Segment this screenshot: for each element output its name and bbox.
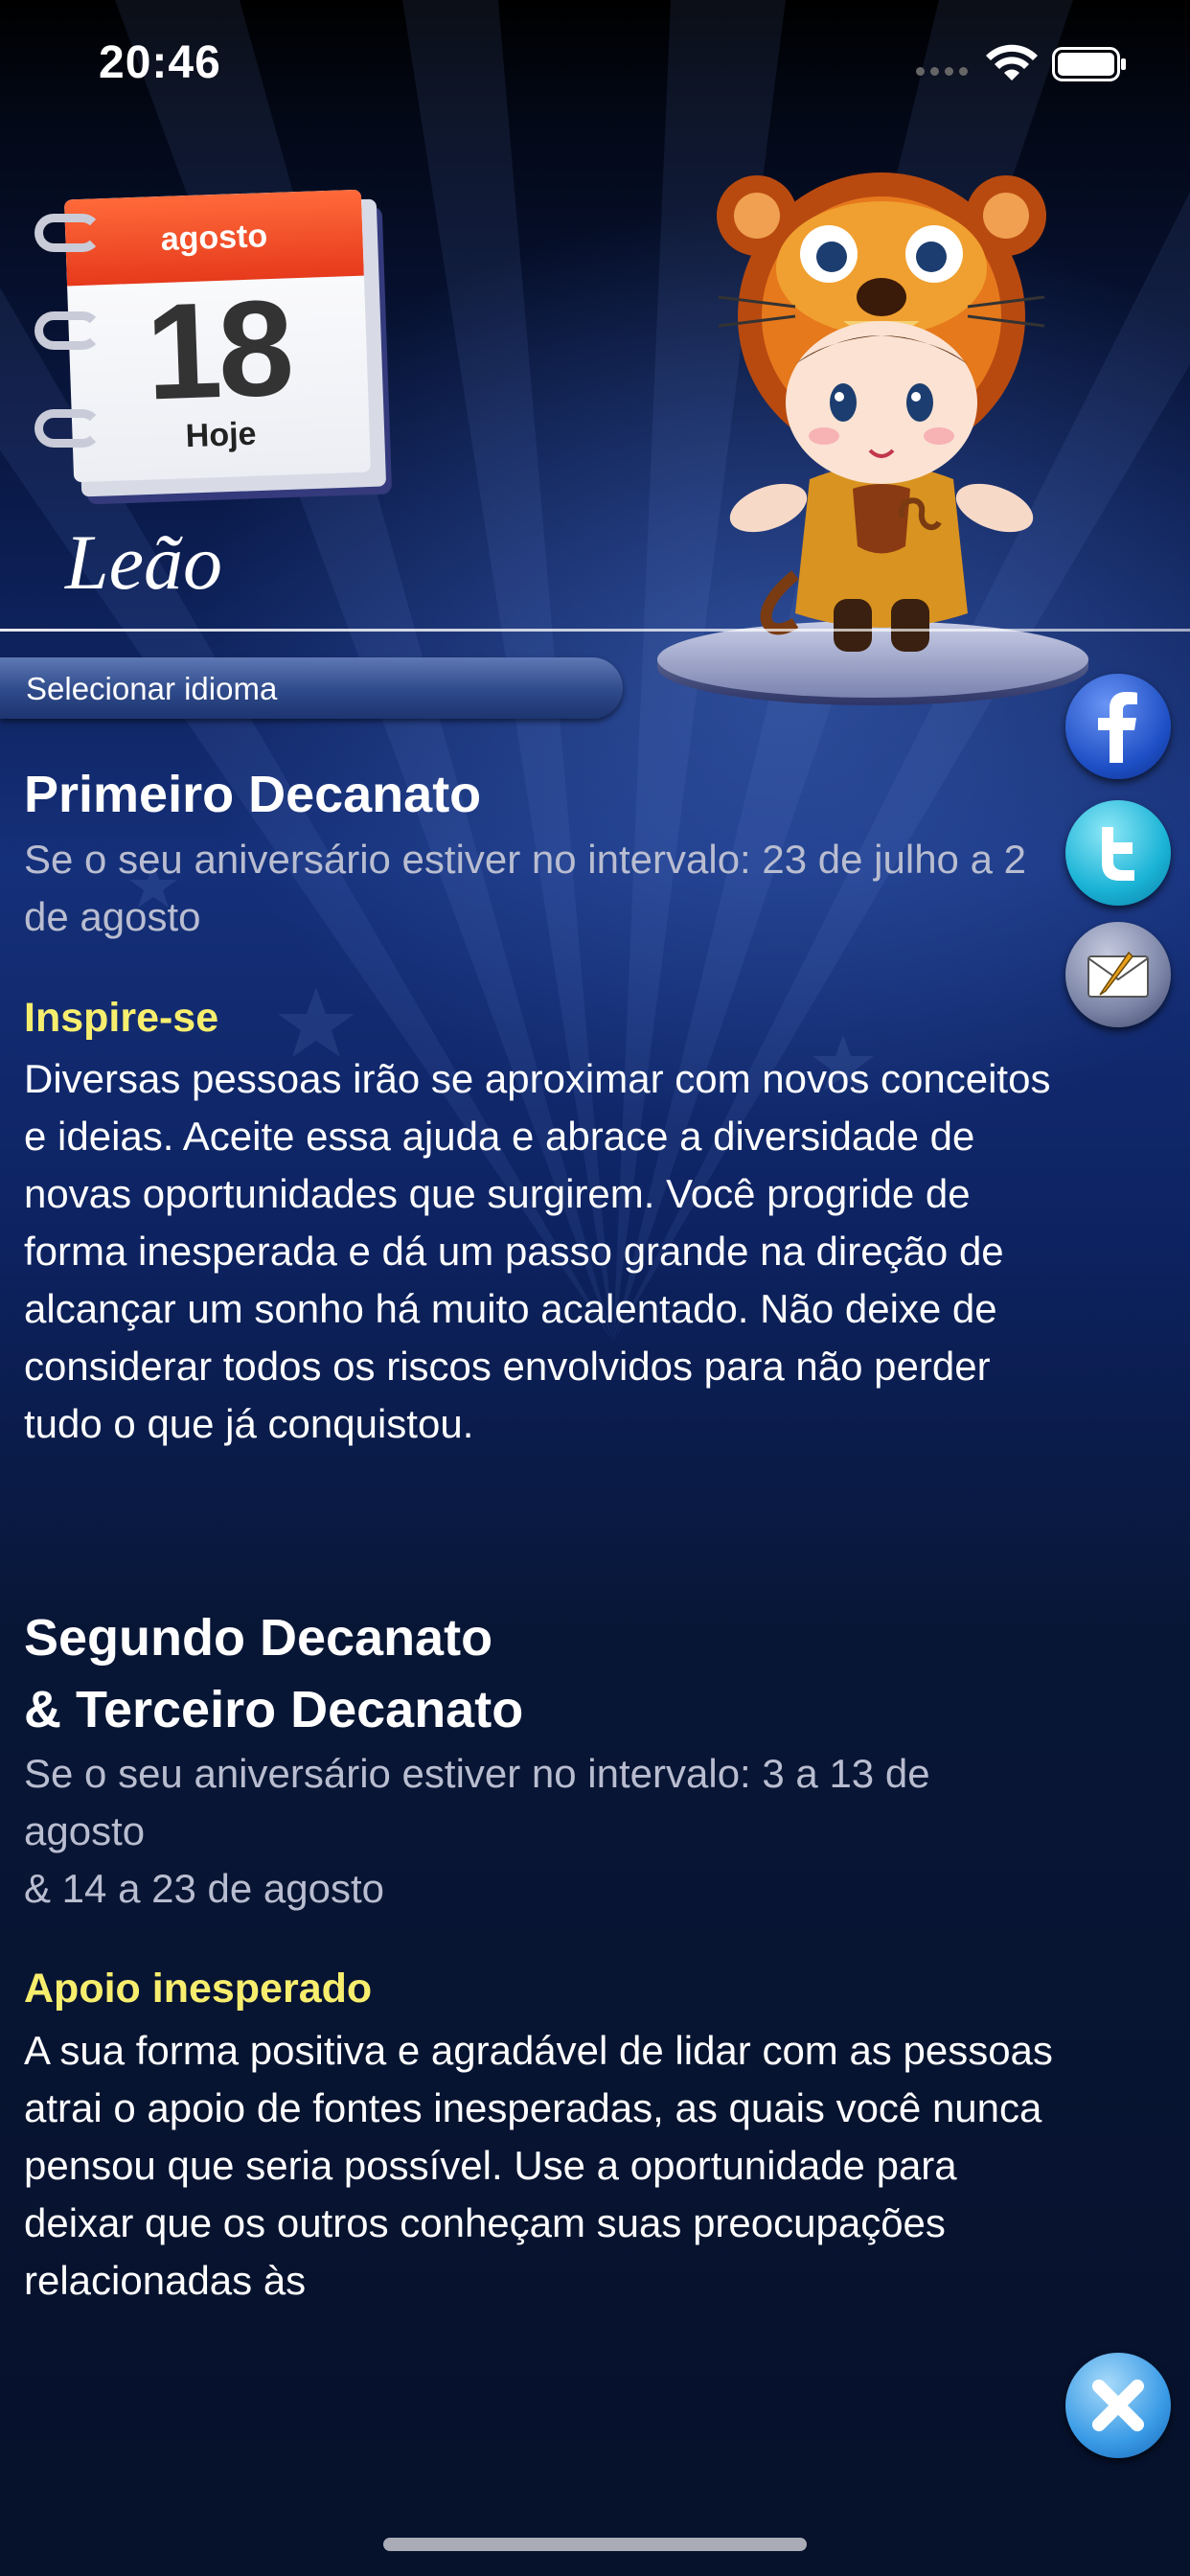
header-divider xyxy=(0,629,1190,632)
section-2-date-range: Se o seu aniversário estiver no interval… xyxy=(24,1751,930,1853)
battery-icon xyxy=(1052,47,1126,81)
section-1-body: Diversas pessoas irão se aproximar com n… xyxy=(24,1056,1051,1446)
facebook-share-button[interactable] xyxy=(1065,674,1171,779)
calendar-ring-icon xyxy=(34,311,102,350)
section-2-date-range-extra: & 14 a 23 de agosto xyxy=(24,1866,384,1911)
zodiac-sign-name: Leão xyxy=(65,518,222,606)
close-button[interactable] xyxy=(1065,2353,1171,2458)
facebook-icon xyxy=(1098,692,1137,763)
section-2-title-line-1: Segundo Decanato xyxy=(24,1609,493,1667)
twitter-share-button[interactable] xyxy=(1065,800,1171,906)
select-language-label: Selecionar idioma xyxy=(26,671,278,706)
email-share-button[interactable] xyxy=(1065,922,1171,1027)
home-indicator[interactable] xyxy=(383,2538,807,2551)
calendar-page: agosto 18 Hoje xyxy=(63,189,372,483)
close-icon xyxy=(1092,2380,1144,2431)
section-1-heading: Inspire-se xyxy=(24,995,219,1041)
signal-icon xyxy=(916,67,968,76)
wifi-icon xyxy=(986,44,1038,80)
leo-mascot-image xyxy=(717,172,1046,652)
status-time: 20:46 xyxy=(99,37,221,88)
section-2-heading: Apoio inesperado xyxy=(24,1966,373,2012)
calendar-ring-icon xyxy=(34,214,102,252)
section-1-title: Primeiro Decanato xyxy=(24,766,482,823)
calendar-widget: agosto 18 Hoje xyxy=(29,177,393,508)
calendar-ring-icon xyxy=(34,409,102,448)
section-1-date-range: Se o seu aniversário estiver no interval… xyxy=(24,837,1026,939)
status-bar: 20:46 xyxy=(0,0,1190,125)
section-2-body: A sua forma positiva e agradável de lida… xyxy=(24,2028,1053,2303)
email-icon xyxy=(1087,951,1149,998)
select-language-button[interactable]: Selecionar idioma xyxy=(0,657,623,719)
twitter-icon xyxy=(1102,827,1134,881)
section-2-title-line-2: & Terceiro Decanato xyxy=(24,1681,524,1738)
calendar-day: 18 xyxy=(143,271,293,429)
